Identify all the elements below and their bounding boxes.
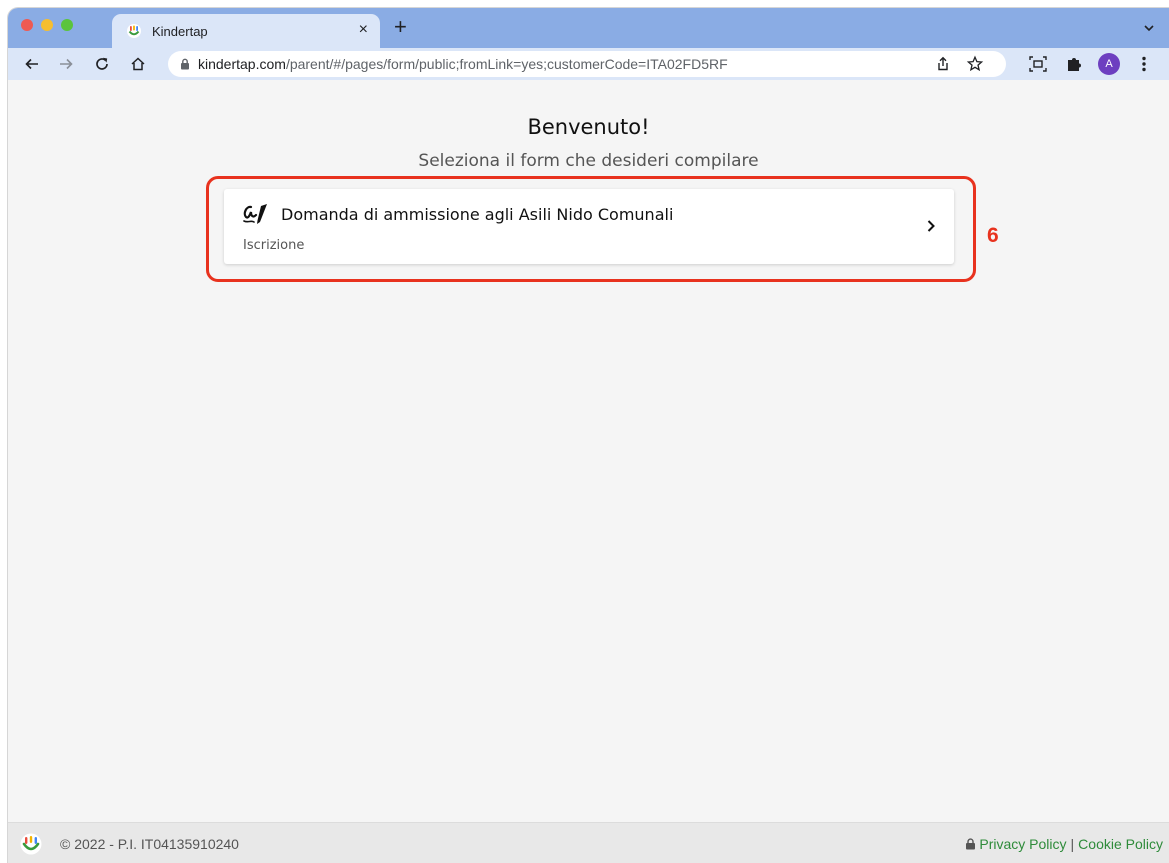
signature-icon [243,204,267,224]
footer-links: Privacy Policy | Cookie Policy [965,836,1163,852]
browser-window: Kindertap × + kindertap.com/parent/#/pag… [8,8,1169,863]
form-card-title: Domanda di ammissione agli Asili Nido Co… [281,205,674,224]
bookmark-star-icon[interactable] [966,55,984,73]
page-content: Benvenuto! Seleziona il form che desider… [8,80,1169,830]
lock-icon[interactable] [180,58,190,70]
back-button[interactable] [22,54,42,74]
new-tab-button[interactable]: + [394,16,407,38]
tab-title: Kindertap [152,24,208,39]
tab-search-chevron-icon[interactable] [1143,22,1155,34]
screen-capture-button[interactable] [1028,54,1048,74]
close-window-button[interactable] [21,19,33,31]
profile-avatar[interactable]: A [1098,53,1120,75]
minimize-window-button[interactable] [41,19,53,31]
browser-tab[interactable]: Kindertap × [112,14,380,48]
reload-icon [96,57,108,70]
forward-button[interactable] [56,54,76,74]
url-text: kindertap.com/parent/#/pages/form/public… [198,56,728,72]
page-subtitle: Seleziona il form che desideri compilare [418,151,759,171]
cookie-policy-link[interactable]: Cookie Policy [1078,836,1163,852]
annotation-step-number: 6 [987,224,999,247]
more-vertical-icon [1142,56,1146,72]
form-card-asili-nido[interactable]: Domanda di ammissione agli Asili Nido Co… [224,189,954,264]
footer-separator: | [1070,836,1075,852]
maximize-window-button[interactable] [61,19,73,31]
form-card-category: Iscrizione [243,238,305,253]
footer-copyright: © 2022 - P.I. IT04135910240 [60,836,239,852]
share-icon[interactable] [934,55,952,73]
screen-capture-icon [1029,56,1047,72]
privacy-policy-link[interactable]: Privacy Policy [979,836,1066,852]
kindertap-favicon-icon [127,24,141,38]
home-button[interactable] [128,54,148,74]
puzzle-piece-icon [1068,58,1081,71]
address-bar[interactable]: kindertap.com/parent/#/pages/form/public… [168,51,1006,77]
home-icon [131,57,145,71]
reload-button[interactable] [92,54,112,74]
kindertap-logo-icon [20,833,42,855]
close-tab-icon[interactable]: × [359,21,368,39]
browser-toolbar: kindertap.com/parent/#/pages/form/public… [8,48,1169,80]
tab-strip: Kindertap × + [8,8,1169,48]
extensions-button[interactable] [1064,54,1084,74]
lock-icon [966,838,976,850]
arrow-left-icon [25,58,38,70]
chevron-right-icon [927,220,935,232]
page-title: Benvenuto! [527,115,650,139]
arrow-right-icon [60,58,73,70]
url-host: kindertap.com [198,56,286,72]
browser-menu-button[interactable] [1134,54,1154,74]
url-path: /parent/#/pages/form/public;fromLink=yes… [285,56,728,72]
page-footer: © 2022 - P.I. IT04135910240 Privacy Poli… [8,822,1169,863]
